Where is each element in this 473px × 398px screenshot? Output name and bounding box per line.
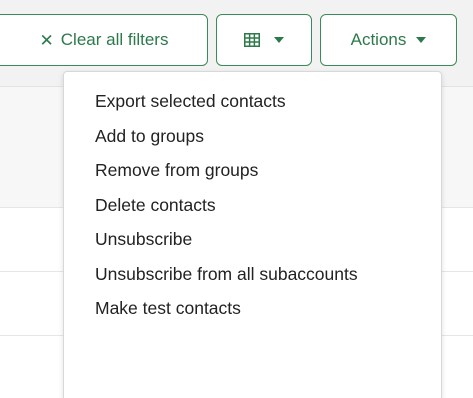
menu-item-add-to-groups[interactable]: Add to groups — [64, 120, 441, 154]
menu-item-remove-from-groups[interactable]: Remove from groups — [64, 154, 441, 188]
clear-all-filters-label: Clear all filters — [60, 30, 169, 49]
menu-item-make-test-contacts[interactable]: Make test contacts — [64, 292, 441, 326]
menu-item-unsubscribe[interactable]: Unsubscribe — [64, 223, 441, 257]
contacts-page: ✕ Clear all filters Actions Export selec… — [0, 0, 473, 398]
actions-button[interactable]: Actions — [320, 14, 457, 66]
grid-icon — [244, 33, 260, 47]
columns-toggle-button[interactable] — [216, 14, 312, 66]
actions-label: Actions — [350, 30, 407, 49]
close-icon: ✕ — [39, 30, 54, 50]
menu-item-export-selected-contacts[interactable]: Export selected contacts — [64, 85, 441, 119]
menu-item-unsubscribe-all-subaccounts[interactable]: Unsubscribe from all subaccounts — [64, 258, 441, 292]
actions-dropdown-menu: Export selected contacts Add to groups R… — [63, 71, 442, 398]
clear-all-filters-button[interactable]: ✕ Clear all filters — [0, 14, 208, 66]
menu-item-delete-contacts[interactable]: Delete contacts — [64, 189, 441, 223]
chevron-down-icon — [416, 37, 427, 43]
chevron-down-icon — [274, 37, 284, 43]
